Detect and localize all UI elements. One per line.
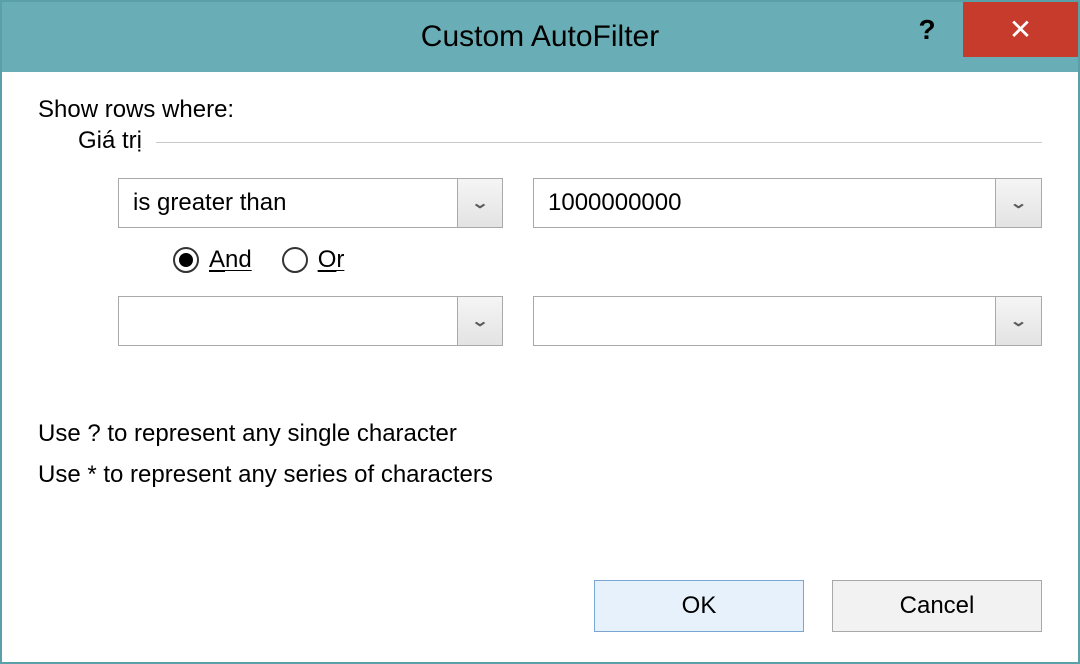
chevron-down-icon: ⌄ (1009, 312, 1027, 330)
operator-1-input[interactable] (119, 179, 457, 227)
show-rows-label: Show rows where: (38, 96, 1042, 124)
chevron-down-icon: ⌄ (471, 194, 489, 212)
value-1-combo[interactable]: ⌄ (533, 178, 1042, 228)
hint-1: Use ? to represent any single character (38, 414, 1042, 455)
operator-2-input[interactable] (119, 297, 457, 345)
value-1-input[interactable] (534, 179, 995, 227)
dialog-content: Show rows where: Giá trị ⌄ ⌄ (2, 72, 1078, 662)
and-radio-label: And (209, 246, 252, 274)
chevron-down-icon: ⌄ (471, 312, 489, 330)
fieldset-legend: Giá trị (78, 127, 156, 155)
titlebar: Custom AutoFilter ? ✕ (2, 2, 1078, 72)
hint-2: Use * to represent any series of charact… (38, 455, 1042, 496)
hints: Use ? to represent any single character … (38, 414, 1042, 496)
operator-2-dropdown-button[interactable]: ⌄ (457, 297, 502, 345)
help-button[interactable]: ? (891, 2, 963, 57)
filter-row-1: ⌄ ⌄ (118, 178, 1042, 228)
filter-fieldset: Giá trị ⌄ ⌄ (78, 142, 1042, 364)
filter-row-2: ⌄ ⌄ (118, 296, 1042, 346)
value-2-input[interactable] (534, 297, 995, 345)
custom-autofilter-dialog: Custom AutoFilter ? ✕ Show rows where: G… (0, 0, 1080, 664)
value-2-dropdown-button[interactable]: ⌄ (995, 297, 1041, 345)
operator-1-dropdown-button[interactable]: ⌄ (457, 179, 502, 227)
and-radio[interactable]: And (173, 246, 252, 274)
close-icon: ✕ (1009, 13, 1032, 46)
titlebar-controls: ? ✕ (891, 2, 1078, 57)
value-1-dropdown-button[interactable]: ⌄ (995, 179, 1041, 227)
radio-circle-icon (173, 247, 199, 273)
help-icon: ? (918, 14, 935, 46)
close-button[interactable]: ✕ (963, 2, 1078, 57)
operator-2-combo[interactable]: ⌄ (118, 296, 503, 346)
radio-dot-icon (179, 253, 193, 267)
radio-circle-icon (282, 247, 308, 273)
ok-button[interactable]: OK (594, 580, 804, 632)
dialog-title: Custom AutoFilter (421, 20, 659, 54)
chevron-down-icon: ⌄ (1009, 194, 1027, 212)
cancel-button[interactable]: Cancel (832, 580, 1042, 632)
logic-radio-row: And Or (173, 246, 1042, 274)
value-2-combo[interactable]: ⌄ (533, 296, 1042, 346)
or-radio-label: Or (318, 246, 345, 274)
or-radio[interactable]: Or (282, 246, 345, 274)
dialog-buttons: OK Cancel (38, 580, 1042, 632)
operator-1-combo[interactable]: ⌄ (118, 178, 503, 228)
